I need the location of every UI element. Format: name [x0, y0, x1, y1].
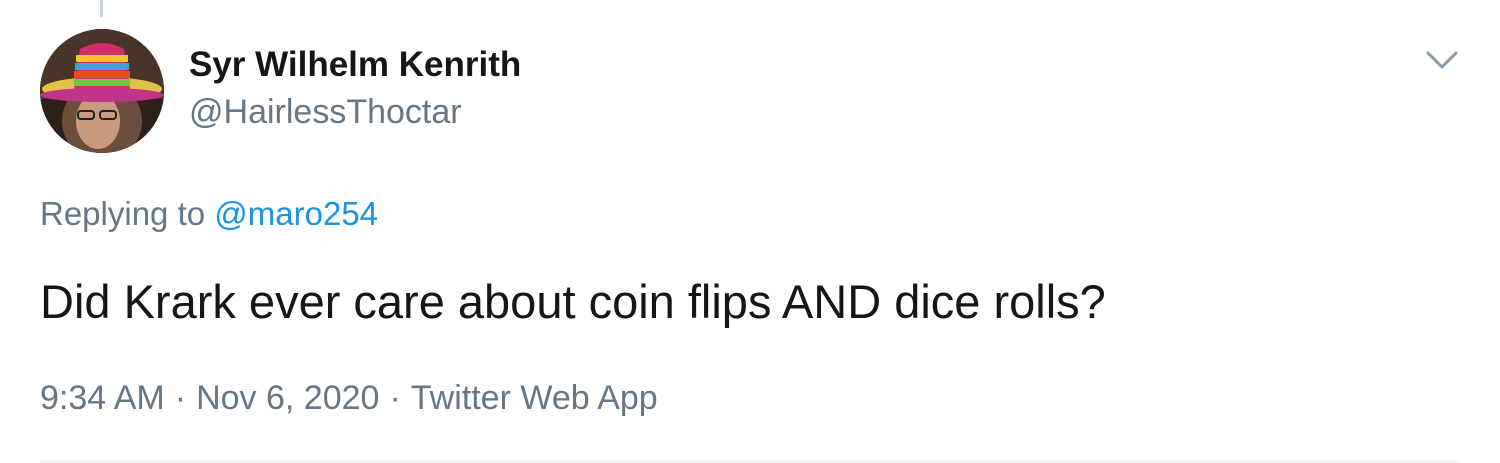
replying-prefix: Replying to — [40, 195, 206, 232]
thread-connector-line — [100, 0, 103, 17]
divider — [40, 461, 1460, 462]
meta-separator: · — [389, 379, 401, 417]
avatar[interactable] — [40, 29, 164, 153]
display-name[interactable]: Syr Wilhelm Kenrith — [189, 44, 521, 86]
replying-to: Replying to @maro254 — [40, 194, 378, 234]
tweet-text: Did Krark ever care about coin flips AND… — [40, 275, 1106, 328]
tweet: Syr Wilhelm Kenrith @HairlessThoctar Rep… — [0, 0, 1500, 463]
chevron-down-icon — [1426, 51, 1458, 69]
tweet-metadata: 9:34 AM · Nov 6, 2020 · Twitter Web App — [40, 377, 658, 419]
more-options-button[interactable] — [1424, 47, 1460, 73]
tweet-time[interactable]: 9:34 AM — [40, 379, 165, 417]
meta-separator: · — [174, 379, 187, 417]
replying-to-link[interactable]: @maro254 — [214, 195, 378, 232]
avatar-image — [40, 29, 164, 153]
tweet-date[interactable]: Nov 6, 2020 — [196, 379, 379, 417]
author-block[interactable]: Syr Wilhelm Kenrith @HairlessThoctar — [189, 44, 521, 133]
tweet-source[interactable]: Twitter Web App — [411, 379, 658, 417]
user-handle[interactable]: @HairlessThoctar — [189, 91, 521, 133]
